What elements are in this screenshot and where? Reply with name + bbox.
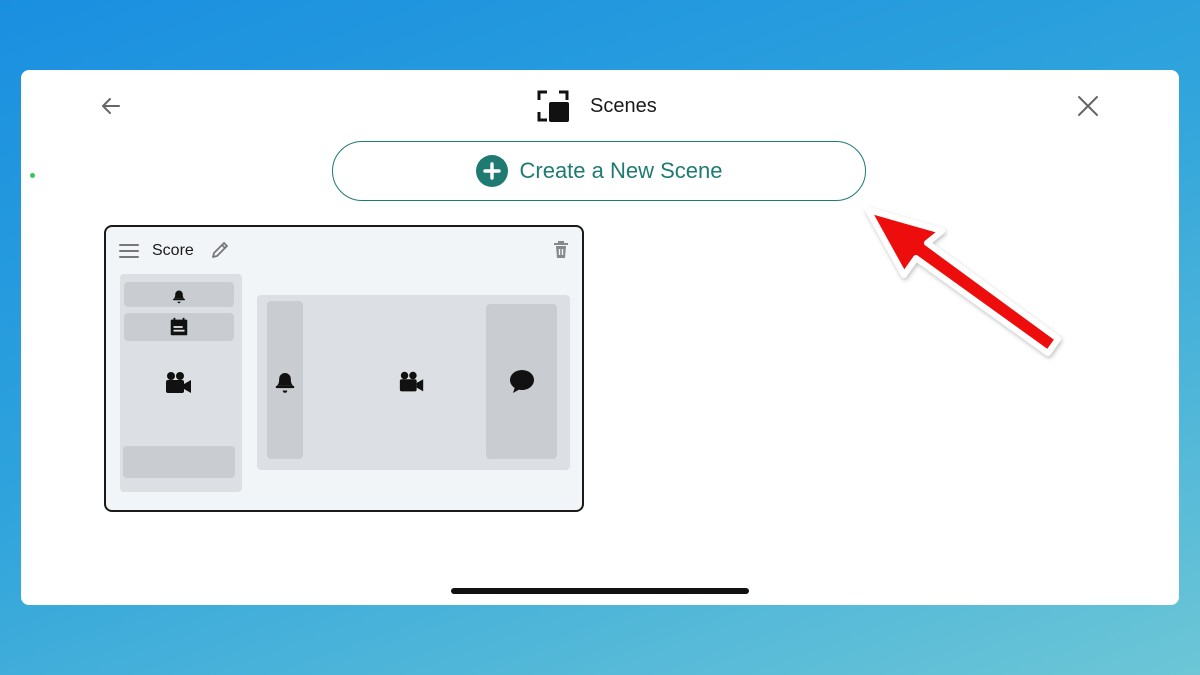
video-camera-icon xyxy=(399,371,424,392)
calendar-icon xyxy=(170,317,188,336)
plus-circle-icon xyxy=(475,155,508,187)
right-slot-left xyxy=(267,301,303,459)
left-slot-2 xyxy=(124,313,234,341)
home-indicator[interactable] xyxy=(451,588,749,594)
left-slot-1 xyxy=(124,282,234,307)
header-title-group: Scenes xyxy=(536,86,657,126)
scene-right-panel xyxy=(257,295,570,470)
scene-card[interactable]: Score xyxy=(104,225,584,512)
hamburger-menu-icon[interactable] xyxy=(118,240,140,262)
trash-icon[interactable] xyxy=(550,239,572,261)
bell-icon xyxy=(275,373,295,393)
video-camera-icon xyxy=(166,372,191,393)
bell-icon xyxy=(173,290,185,303)
status-dot xyxy=(30,173,35,178)
right-camera-area xyxy=(387,365,437,399)
right-slot-right xyxy=(486,304,557,459)
create-new-scene-button[interactable]: Create a New Scene xyxy=(332,141,866,201)
left-camera-area xyxy=(120,362,238,404)
create-new-scene-label: Create a New Scene xyxy=(519,158,723,183)
arrow-left-icon xyxy=(102,98,120,114)
red-arrow-annotation xyxy=(865,207,1061,356)
scenes-icon xyxy=(537,90,569,122)
chat-bubble-icon xyxy=(509,369,534,393)
scene-left-panel xyxy=(120,274,242,492)
close-button[interactable] xyxy=(1070,88,1106,124)
back-button[interactable] xyxy=(93,88,129,124)
close-icon xyxy=(1078,96,1098,116)
pencil-icon[interactable] xyxy=(209,239,231,261)
page-title: Scenes xyxy=(590,94,657,117)
left-slot-bottom xyxy=(123,446,235,478)
scene-name: Score xyxy=(152,242,194,259)
